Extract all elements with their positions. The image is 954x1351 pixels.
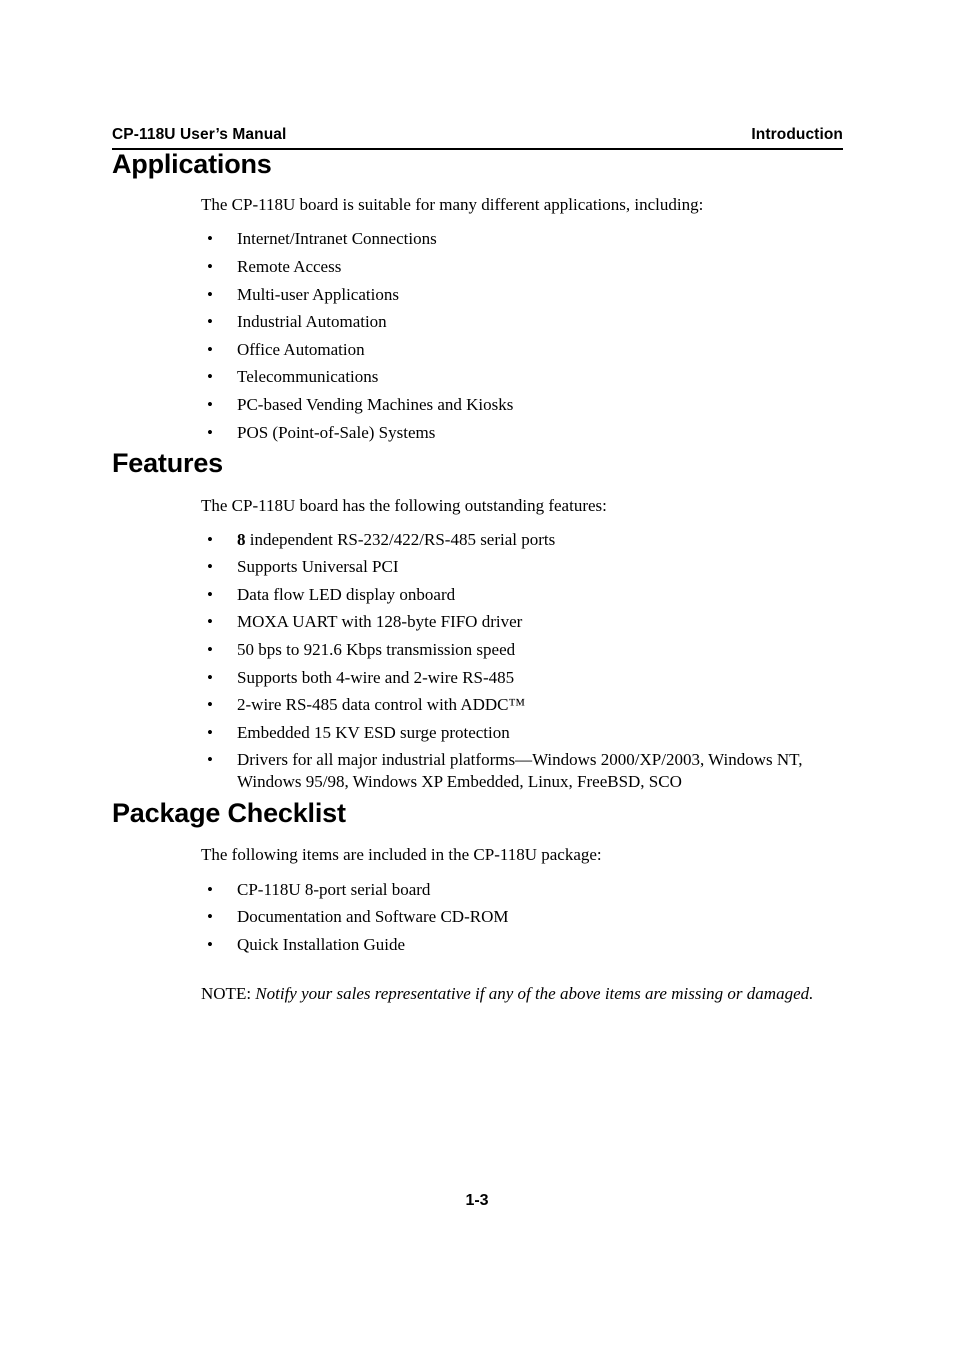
list-item: • Supports Universal PCI — [112, 556, 843, 578]
list-item: • Remote Access — [112, 256, 843, 278]
list-item-label: Office Automation — [237, 339, 365, 359]
list-item-label: Internet/Intranet Connections — [237, 229, 437, 249]
section-intro-package-checklist: The following items are included in the … — [201, 845, 602, 865]
bullet-icon: • — [207, 284, 213, 304]
section-intro-features: The CP-118U board has the following outs… — [201, 495, 607, 515]
list-item-label: Remote Access — [237, 257, 342, 277]
list-item: • 50 bps to 921.6 Kbps transmission speed — [112, 639, 843, 661]
section-heading-applications: Applications — [112, 149, 272, 179]
bullet-icon: • — [207, 422, 213, 442]
list-item-label: Data flow LED display onboard — [237, 584, 456, 604]
bullet-icon: • — [207, 695, 213, 715]
bullet-icon: • — [207, 750, 213, 770]
package-note: NOTE: Notify your sales representative i… — [112, 983, 843, 1005]
list-item-label: Supports both 4-wire and 2-wire RS-485 — [237, 667, 515, 687]
package-note-body: Notify your sales representative if any … — [255, 983, 814, 1003]
bullet-icon: • — [207, 907, 213, 927]
bullet-icon: • — [207, 722, 213, 742]
list-item: • Internet/Intranet Connections — [112, 228, 843, 250]
bullet-icon: • — [207, 229, 213, 249]
list-item: • Quick Installation Guide — [112, 934, 843, 956]
bullet-icon: • — [207, 257, 213, 277]
bullet-icon: • — [207, 584, 213, 604]
list-item: • 8 independent RS-232/422/RS-485 serial … — [112, 529, 843, 551]
list-item: • POS (Point-of-Sale) Systems — [112, 422, 843, 444]
list-item-label: Drivers for all major industrial platfor… — [237, 750, 803, 792]
list-item: • Embedded 15 KV ESD surge protection — [112, 722, 843, 744]
applications-list: • Internet/Intranet Connections • Remote Ac… — [112, 228, 843, 443]
bullet-icon: • — [207, 667, 213, 687]
running-header: CP-118U User’s Manual Introduction — [112, 126, 843, 148]
list-item: • Data flow LED display onboard — [112, 584, 843, 606]
list-item: • Drivers for all major industrial platfo… — [112, 749, 843, 793]
list-item: • PC-based Vending Machines and Kiosks — [112, 394, 843, 416]
list-item-label: 2-wire RS-485 data control with ADDC™ — [237, 695, 526, 715]
section-intro-applications: The CP-118U board is suitable for many d… — [201, 195, 704, 215]
list-item: • Documentation and Software CD-ROM — [112, 906, 843, 928]
list-item-label: POS (Point-of-Sale) Systems — [237, 422, 436, 442]
document-page: CP-118U User’s Manual Introduction Appli… — [0, 0, 954, 1351]
running-header-right: Introduction — [751, 126, 843, 143]
list-item-label: Quick Installation Guide — [237, 934, 406, 954]
running-header-left: CP-118U User’s Manual — [112, 126, 287, 143]
list-item-label: independent RS-232/422/RS-485 serial por… — [245, 529, 556, 549]
list-item: • Telecommunications — [112, 366, 843, 388]
bullet-icon: • — [207, 367, 213, 387]
list-item: • CP-118U 8-port serial board — [112, 879, 843, 901]
page-number: 1-3 — [465, 1192, 489, 1209]
list-item-label: Industrial Automation — [237, 312, 387, 332]
list-item: • MOXA UART with 128-byte FIFO driver — [112, 611, 843, 633]
list-item-label: Telecommunications — [237, 367, 379, 387]
page-content: CP-118U User’s Manual Introduction Appli… — [112, 126, 843, 1005]
list-item-label: 50 bps to 921.6 Kbps transmission speed — [237, 640, 516, 659]
list-item-label: MOXA UART with 128-byte FIFO driver — [237, 612, 523, 632]
list-item-emphasis: 8 — [237, 529, 246, 549]
list-item-label: Supports Universal PCI — [237, 557, 399, 577]
bullet-icon: • — [207, 934, 213, 954]
list-item: • Supports both 4-wire and 2-wire RS-485 — [112, 667, 843, 689]
section-heading-package-checklist: Package Checklist — [112, 798, 346, 829]
list-item: • Industrial Automation — [112, 311, 843, 333]
bullet-icon: • — [207, 612, 213, 632]
features-list: • 8 independent RS-232/422/RS-485 serial … — [112, 529, 843, 794]
page-footer: 1-3 — [0, 1192, 954, 1210]
bullet-icon: • — [207, 312, 213, 332]
section-heading-features: Features — [112, 448, 223, 479]
list-item: • Multi-user Applications — [112, 284, 843, 306]
package-checklist-list: • CP-118U 8-port serial board • Documentati… — [112, 879, 843, 956]
bullet-icon: • — [207, 557, 213, 577]
list-item-label: Multi-user Applications — [237, 284, 399, 304]
list-item-label: Embedded 15 KV ESD surge protection — [237, 722, 510, 742]
list-item-label: PC-based Vending Machines and Kiosks — [237, 395, 514, 414]
bullet-icon: • — [207, 529, 213, 549]
list-item: • 2-wire RS-485 data control with ADDC™ — [112, 694, 843, 716]
bullet-icon: • — [207, 339, 213, 359]
package-note-label: NOTE: — [201, 983, 256, 1003]
bullet-icon: • — [207, 395, 213, 414]
list-item: • Office Automation — [112, 339, 843, 361]
list-item-label: CP-118U 8-port serial board — [237, 879, 431, 899]
bullet-icon: • — [207, 640, 213, 659]
bullet-icon: • — [207, 879, 213, 899]
list-item-label: Documentation and Software CD-ROM — [237, 907, 509, 927]
